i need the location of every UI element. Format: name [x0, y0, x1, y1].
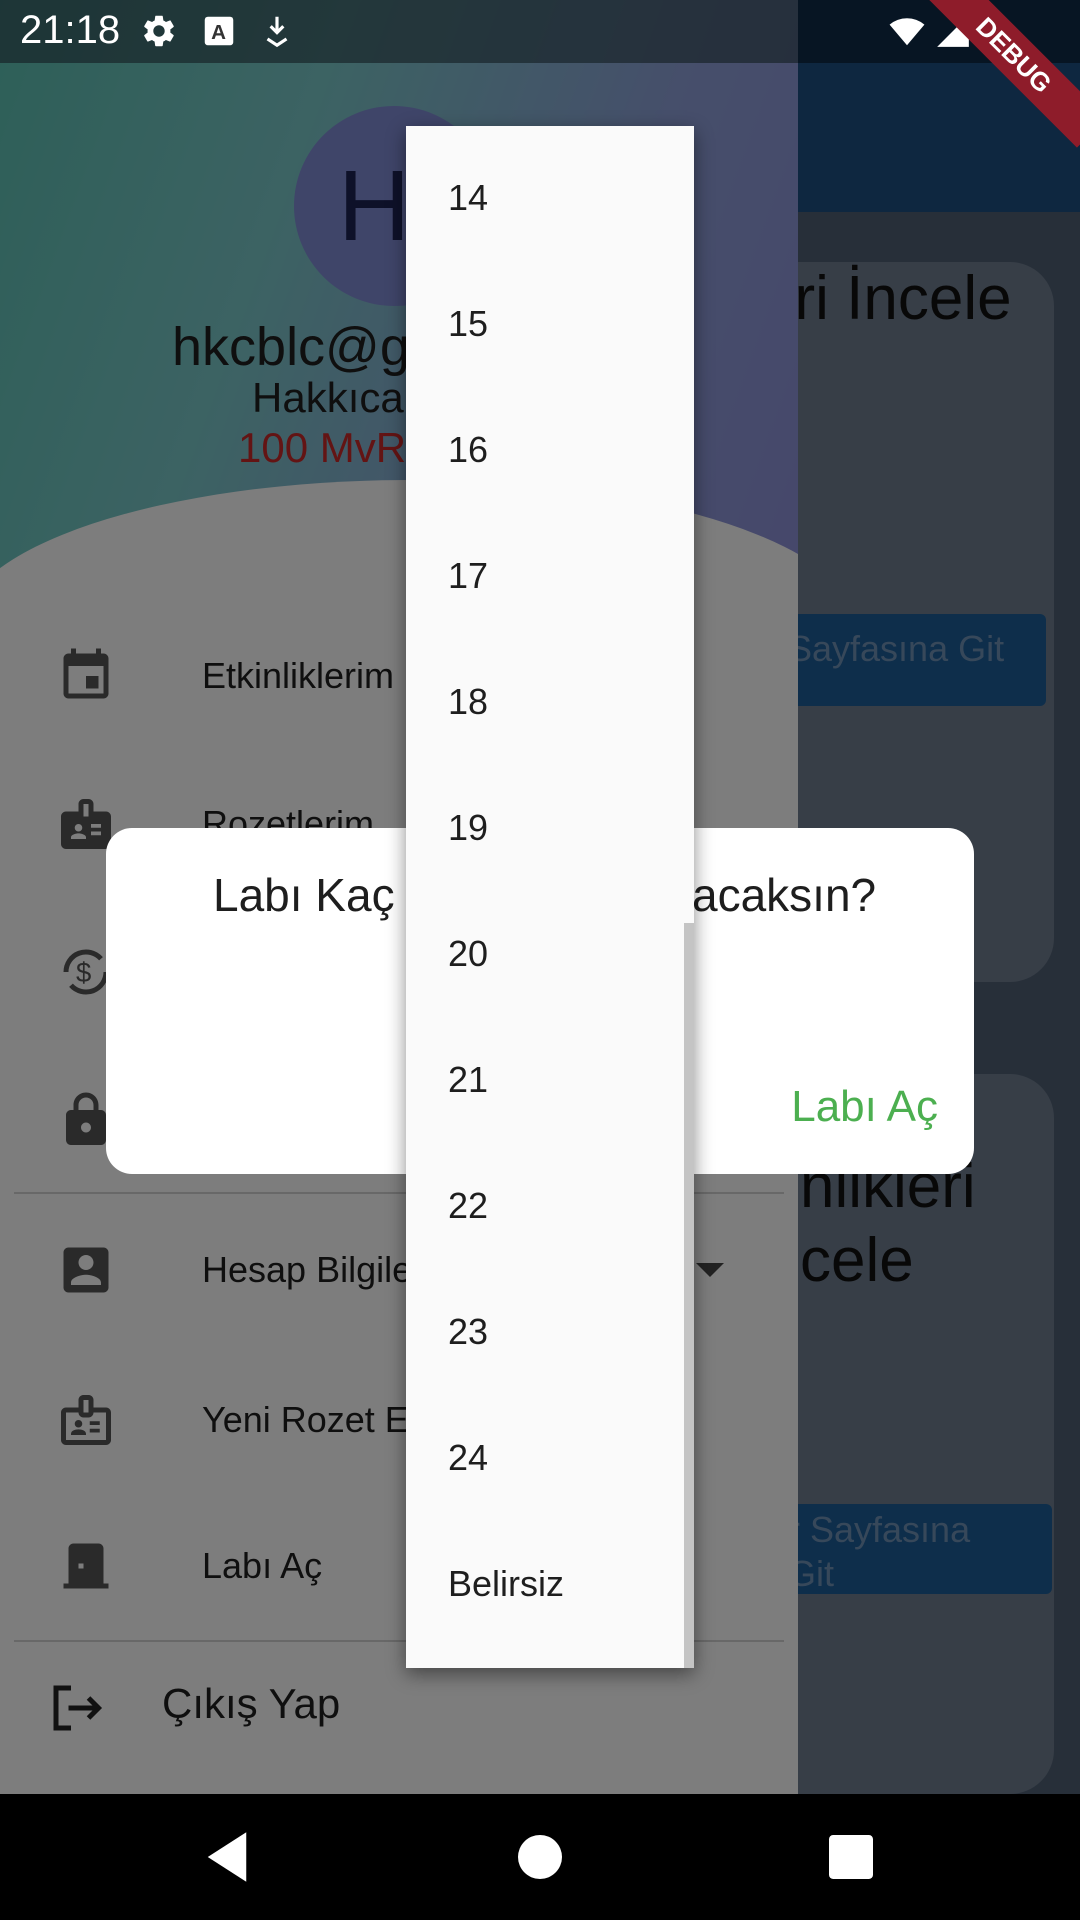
recents-icon[interactable]	[818, 1824, 884, 1890]
back-icon[interactable]	[194, 1824, 260, 1890]
dropdown-option[interactable]: 20	[406, 891, 694, 1017]
svg-text:A: A	[211, 21, 226, 44]
status-time: 21:18	[20, 8, 121, 52]
dialog-title: Labı Kaç	[213, 869, 395, 921]
status-bar: 21:18 A DEBUG	[0, 0, 1080, 148]
dropdown-option[interactable]: 19	[406, 765, 694, 891]
dropdown-option[interactable]: 14	[406, 135, 694, 261]
dropdown-option[interactable]: 24	[406, 1395, 694, 1521]
dropdown-option[interactable]: 23	[406, 1269, 694, 1395]
system-nav-bar	[0, 1794, 1080, 1920]
scrollbar-thumb[interactable]	[684, 923, 694, 1668]
dropdown-option[interactable]: 18	[406, 639, 694, 765]
dialog-title-end: acaksın?	[692, 869, 877, 921]
dropdown-option[interactable]: 15	[406, 261, 694, 387]
text-a-icon: A	[204, 16, 234, 46]
wifi-icon	[889, 18, 925, 46]
dropdown-option[interactable]: 16	[406, 387, 694, 513]
settings-icon	[144, 15, 174, 47]
dropdown-option[interactable]: 22	[406, 1143, 694, 1269]
hours-dropdown-menu: 14 15 16 17 18 19 20 21 22 23 24 Belirsi…	[406, 126, 694, 1668]
dropdown-option[interactable]: 17	[406, 513, 694, 639]
home-icon[interactable]	[507, 1824, 573, 1890]
dropdown-option[interactable]: Belirsiz	[406, 1521, 694, 1647]
download-icon	[266, 16, 288, 48]
dropdown-option[interactable]: 21	[406, 1017, 694, 1143]
open-lab-button[interactable]: Labı Aç	[791, 1082, 938, 1132]
